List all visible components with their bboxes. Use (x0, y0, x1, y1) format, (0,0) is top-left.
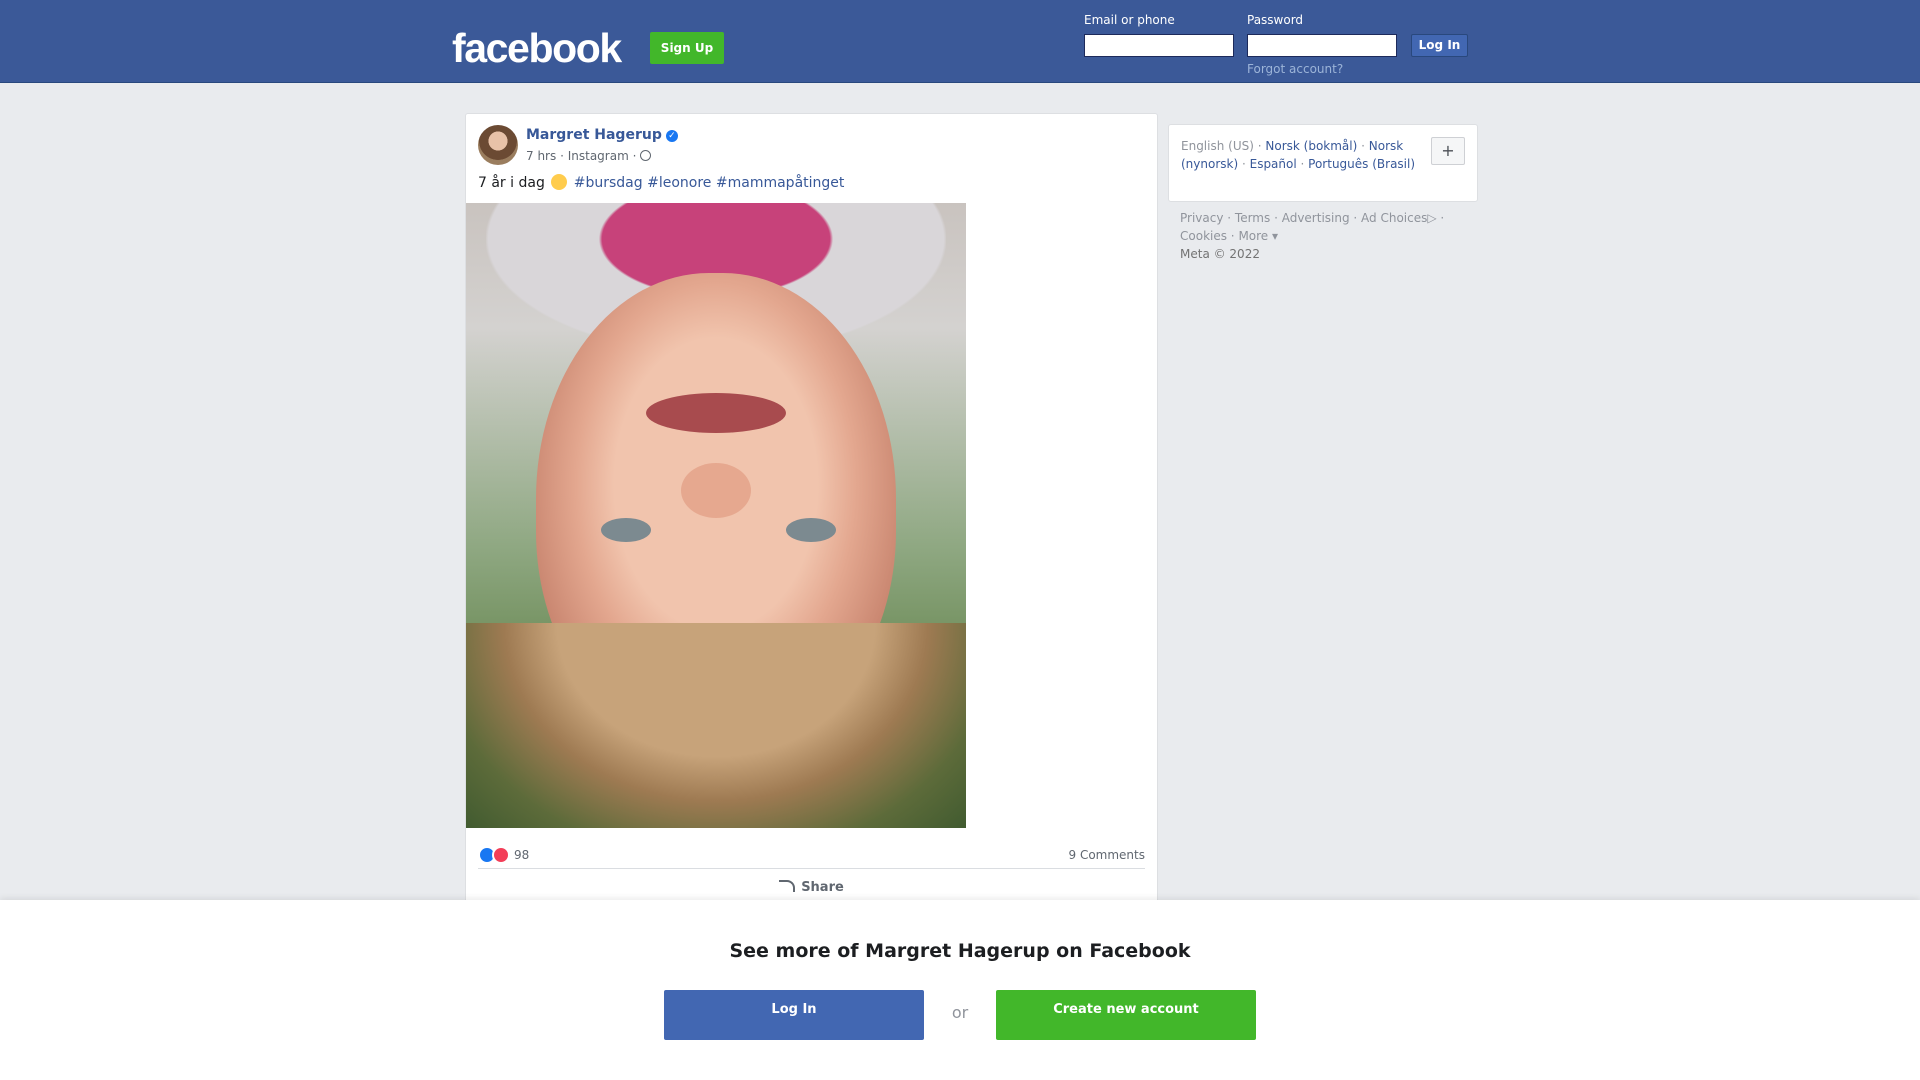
post-time[interactable]: 7 hrs (526, 149, 556, 163)
language-current: English (US) (1181, 139, 1254, 153)
divider (478, 868, 1145, 869)
post-text-body: 7 år i dag (478, 175, 545, 191)
password-label: Password (1247, 13, 1304, 27)
meta-separator: · (632, 149, 641, 163)
share-arrow-icon (779, 880, 796, 892)
copyright: Meta © 2022 (1180, 247, 1260, 261)
reaction-count: 98 (514, 848, 530, 862)
party-face-emoji-icon (551, 174, 568, 190)
comments-link[interactable]: 9 Comments (1069, 848, 1146, 862)
overlay-title: See more of Margret Hagerup on Facebook (729, 940, 1191, 962)
language-option[interactable]: Norsk (bokmål) (1265, 139, 1357, 153)
photo-hair (466, 623, 966, 828)
globe-icon (640, 150, 652, 161)
footer-link-ad-choices[interactable]: Ad Choices (1361, 211, 1427, 225)
top-navigation-bar: facebook Sign Up Email or phone Password… (0, 0, 1920, 83)
post-meta: 7 hrs · Instagram · (526, 149, 652, 163)
language-list: English (US) · Norsk (bokmål) · Norsk (n… (1181, 139, 1416, 171)
meta-separator: · (560, 149, 568, 163)
footer-links-row: Privacy · Terms · Advertising · Ad Choic… (1180, 211, 1445, 243)
forgot-account-link[interactable]: Forgot account? (1247, 62, 1343, 76)
post-photo[interactable] (466, 203, 966, 828)
photo-eye (601, 518, 651, 542)
verified-badge-icon: ✓ (665, 130, 678, 142)
sign-up-button[interactable]: Sign Up (650, 32, 724, 64)
add-language-button[interactable]: + (1431, 137, 1465, 165)
or-separator: or (951, 1003, 969, 1022)
reactions-summary[interactable]: 98 (478, 846, 529, 864)
language-option[interactable]: Português (Brasil) (1308, 157, 1415, 171)
love-reaction-icon (492, 846, 510, 864)
footer-link-more[interactable]: More (1238, 229, 1268, 243)
post-card: Margret Hagerup ✓ 7 hrs · Instagram · 7 å… (465, 113, 1158, 903)
login-prompt-overlay: See more of Margret Hagerup on Facebook … (0, 900, 1920, 1080)
avatar[interactable] (478, 125, 518, 165)
ad-choices-icon: ▷ (1427, 211, 1437, 225)
share-button[interactable]: Share (466, 880, 1157, 895)
email-label: Email or phone (1084, 13, 1175, 27)
overlay-log-in-button[interactable]: Log In (664, 990, 924, 1040)
footer-links: Privacy · Terms · Advertising · Ad Choic… (1180, 209, 1480, 263)
photo-eye (786, 518, 836, 542)
footer-link-advertising[interactable]: Advertising (1282, 211, 1350, 225)
password-field[interactable] (1247, 34, 1397, 57)
language-selector: English (US) · Norsk (bokmål) · Norsk (n… (1168, 124, 1478, 202)
photo-mouth (646, 393, 786, 433)
language-option[interactable]: Español (1250, 157, 1297, 171)
post-author[interactable]: Margret Hagerup ✓ (526, 127, 678, 143)
footer-link-cookies[interactable]: Cookies (1180, 229, 1227, 243)
post-text: 7 år i dag #bursdag #leonore #mammapåtin… (478, 174, 844, 191)
hashtag-link[interactable]: #leonore (647, 175, 711, 191)
email-field[interactable] (1084, 34, 1234, 57)
log-in-button[interactable]: Log In (1411, 34, 1468, 57)
hashtag-link[interactable]: #bursdag (574, 175, 643, 191)
facebook-logo[interactable]: facebook (452, 24, 622, 72)
photo-nose (681, 463, 751, 518)
footer-link-privacy[interactable]: Privacy (1180, 211, 1223, 225)
share-label: Share (801, 880, 844, 895)
caret-down-icon: ▾ (1268, 229, 1279, 243)
create-new-account-button[interactable]: Create new account (996, 990, 1256, 1040)
hashtag-link[interactable]: #mammapåtinget (716, 175, 845, 191)
author-name[interactable]: Margret Hagerup (526, 127, 662, 143)
post-source: Instagram (567, 149, 629, 163)
footer-link-terms[interactable]: Terms (1235, 211, 1270, 225)
